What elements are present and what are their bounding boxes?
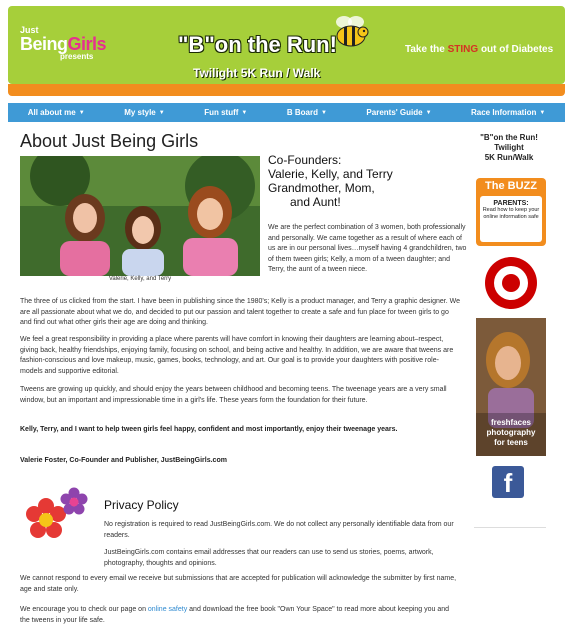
nav-label: Fun stuff — [204, 108, 239, 117]
nav-label: Parents' Guide — [366, 108, 423, 117]
chevron-down-icon: ▼ — [78, 109, 85, 116]
privacy-paragraph-1: No registration is required to read Just… — [104, 521, 454, 539]
header-orange-bar — [8, 84, 565, 96]
buzz-text: Read how to keep your online information… — [482, 207, 540, 220]
logo-girls: Girls — [67, 34, 107, 54]
online-safety-link[interactable]: online safety — [148, 606, 187, 613]
main-nav: All about me ▼ My style ▼ Fun stuff ▼ B Boa… — [8, 103, 565, 122]
page-title: About Just Being Girls — [20, 131, 199, 151]
cofounders-heading: Co-Founders: Valerie, Kelly, and Terry G… — [268, 153, 468, 209]
buzz-box: PARENTS: Read how to keep your online in… — [480, 196, 542, 242]
freshfaces-ad[interactable]: freshfaces photography for teens — [476, 318, 546, 456]
chevron-down-icon: ▼ — [320, 109, 327, 116]
tagline-sting: STING — [447, 44, 479, 55]
sidebar-event-title: "B"on the Run! — [480, 133, 538, 142]
bee-icon — [336, 16, 369, 47]
photo-caption: Valerie, Kelly, and Terry — [108, 276, 172, 282]
nav-all-about-me[interactable]: All about me ▼ — [8, 103, 104, 122]
nav-label: Race Information — [471, 108, 537, 117]
nav-my-style[interactable]: My style ▼ — [104, 103, 184, 122]
site-header: Just BeingGirls presents "B"on the Run! … — [8, 6, 565, 84]
cofounders-line3: Grandmother, Mom, — [268, 181, 375, 195]
privacy-p4-text: We encourage you to check our page on — [20, 606, 148, 613]
cofounders-line2: Valerie, Kelly, and Terry — [268, 167, 393, 181]
buzz-title: The BUZZ — [485, 180, 537, 192]
site-logo[interactable]: Just BeingGirls presents — [20, 26, 120, 61]
cofounders-line1: Co-Founders: — [268, 153, 342, 167]
event-title: "B"on the Run! — [178, 32, 337, 57]
buzz-heading: PARENTS: — [493, 200, 529, 207]
nav-label: All about me — [27, 108, 76, 117]
nav-fun-stuff[interactable]: Fun stuff ▼ — [184, 103, 267, 122]
tagline-part2: out of Diabetes — [478, 44, 554, 55]
cofounders-line4: and Aunt! — [290, 195, 341, 209]
freshfaces-label: freshfaces photography for teens — [476, 418, 546, 448]
founders-photo — [20, 156, 260, 276]
story-paragraph-3: Tweens are growing up quickly, and shoul… — [20, 386, 447, 404]
nav-b-board[interactable]: B Board ▼ — [267, 103, 347, 122]
event-subtitle: Twilight 5K Run / Walk — [193, 66, 321, 80]
freshfaces-line3: for teens — [494, 438, 528, 447]
buzz-ad[interactable]: The BUZZ PARENTS: Read how to keep your … — [476, 178, 546, 246]
story-paragraph-1: The three of us clicked from the start. … — [20, 298, 460, 326]
target-logo[interactable] — [476, 253, 546, 313]
tagline-part1: Take the — [405, 44, 448, 55]
nav-label: B Board — [286, 108, 318, 117]
nav-label: My style — [124, 108, 156, 117]
story-paragraph-2: We feel a great responsibility in provid… — [20, 336, 454, 375]
chevron-down-icon: ▼ — [425, 109, 432, 116]
chevron-down-icon: ▼ — [158, 109, 165, 116]
header-tagline: Take the STING out of Diabetes — [405, 44, 553, 55]
chevron-down-icon: ▼ — [241, 109, 248, 116]
freshfaces-line2: photography — [486, 428, 536, 437]
nav-race-information[interactable]: Race Information ▼ — [451, 103, 565, 122]
flower-icon — [26, 487, 88, 538]
sidebar-event-line2: Twilight — [494, 143, 524, 152]
privacy-paragraph-4: We encourage you to check our page on on… — [20, 605, 460, 626]
privacy-title: Privacy Policy — [104, 498, 179, 512]
privacy-paragraph-3: We cannot respond to every email we rece… — [20, 575, 457, 593]
logo-presents: presents — [60, 52, 94, 61]
sidebar-event-ad[interactable]: "B"on the Run! Twilight 5K Run/Walk — [474, 133, 544, 163]
sidebar-divider — [474, 527, 546, 528]
privacy-paragraph-2: JustBeingGirls.com contains email addres… — [104, 549, 434, 567]
chevron-down-icon: ▼ — [539, 109, 546, 116]
freshfaces-line1: freshfaces — [490, 418, 532, 427]
logo-being: Being — [20, 34, 68, 54]
signature: Valerie Foster, Co-Founder and Publisher… — [20, 457, 227, 464]
nav-parents-guide[interactable]: Parents' Guide ▼ — [347, 103, 452, 122]
facebook-icon[interactable]: f — [492, 466, 524, 498]
intro-paragraph: We are the perfect combination of 3 wome… — [268, 224, 467, 273]
sidebar-event-line3: 5K Run/Walk — [484, 153, 534, 162]
mission-statement: Kelly, Terry, and I want to help tween g… — [20, 426, 398, 433]
